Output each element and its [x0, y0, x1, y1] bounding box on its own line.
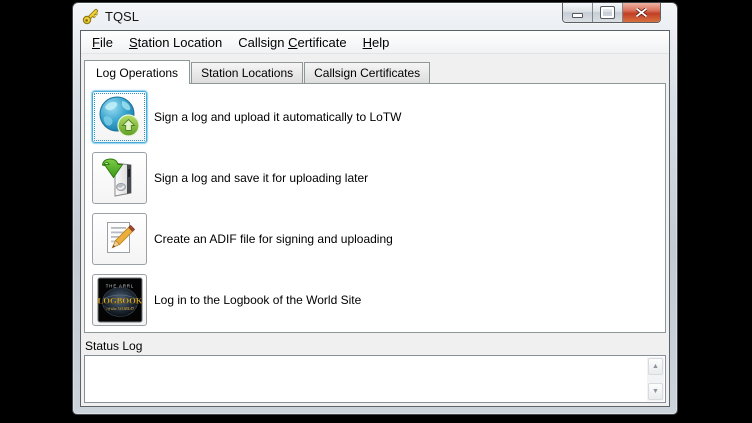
tqsl-window: TQSL File Station Location Callsign Cert… — [72, 2, 678, 415]
status-log-scrollbar[interactable]: ▲ ▼ — [647, 357, 664, 401]
sign-upload-label: Sign a log and upload it automatically t… — [154, 110, 401, 124]
create-adif-label: Create an ADIF file for signing and uplo… — [154, 232, 393, 246]
menu-callsign-certificate[interactable]: Callsign Certificate — [230, 33, 354, 52]
minimize-button[interactable] — [563, 3, 592, 22]
action-row-create-adif: Create an ADIF file for signing and uplo… — [92, 213, 658, 265]
create-adif-button[interactable] — [92, 213, 147, 265]
action-row-sign-save: Sign a log and save it for uploading lat… — [92, 152, 658, 204]
sign-save-icon — [98, 156, 142, 200]
tab-callsign-certificates[interactable]: Callsign Certificates — [304, 62, 430, 83]
sign-upload-button[interactable] — [92, 91, 147, 143]
action-row-sign-upload: Sign a log and upload it automatically t… — [92, 91, 658, 143]
maximize-icon — [601, 7, 614, 18]
screen: TQSL File Station Location Callsign Cert… — [0, 0, 752, 423]
adif-edit-icon — [98, 217, 142, 261]
title-bar[interactable]: TQSL — [73, 3, 677, 30]
svg-text:of the WORLD: of the WORLD — [106, 306, 134, 311]
lotw-logo-icon: THE ARRL LOGBOOK of the WORLD — [97, 277, 143, 323]
dialog-body: Log Operations Station Locations Callsig… — [81, 54, 669, 406]
tab-log-operations[interactable]: Log Operations — [84, 60, 190, 84]
client-area: File Station Location Callsign Certifica… — [80, 30, 670, 407]
sign-save-label: Sign a log and save it for uploading lat… — [154, 171, 368, 185]
status-log-label: Status Log — [85, 339, 665, 353]
scroll-down-icon[interactable]: ▼ — [648, 383, 663, 400]
action-row-lotw-login: THE ARRL LOGBOOK of the WORLD Log in to … — [92, 274, 658, 326]
tab-station-locations[interactable]: Station Locations — [191, 62, 303, 83]
globe-upload-icon — [98, 95, 142, 139]
lotw-login-label: Log in to the Logbook of the World Site — [154, 293, 361, 307]
caption-buttons — [562, 3, 661, 23]
scroll-up-icon[interactable]: ▲ — [648, 358, 663, 375]
log-operations-panel: Sign a log and upload it automatically t… — [84, 83, 666, 333]
menu-station-location[interactable]: Station Location — [121, 33, 230, 52]
menu-bar: File Station Location Callsign Certifica… — [81, 31, 669, 54]
window-title: TQSL — [105, 9, 139, 24]
lotw-login-button[interactable]: THE ARRL LOGBOOK of the WORLD — [92, 274, 147, 326]
close-icon — [636, 8, 647, 17]
menu-help[interactable]: Help — [355, 33, 398, 52]
svg-text:LOGBOOK: LOGBOOK — [97, 296, 142, 306]
key-icon — [82, 8, 99, 25]
sign-save-button[interactable] — [92, 152, 147, 204]
tab-strip: Log Operations Station Locations Callsig… — [84, 60, 667, 83]
maximize-button[interactable] — [592, 3, 622, 22]
menu-file[interactable]: File — [84, 33, 121, 52]
svg-text:THE ARRL: THE ARRL — [105, 284, 133, 289]
status-log-textarea[interactable]: ▲ ▼ — [84, 355, 666, 403]
close-button[interactable] — [622, 3, 660, 22]
minimize-icon — [572, 13, 583, 18]
